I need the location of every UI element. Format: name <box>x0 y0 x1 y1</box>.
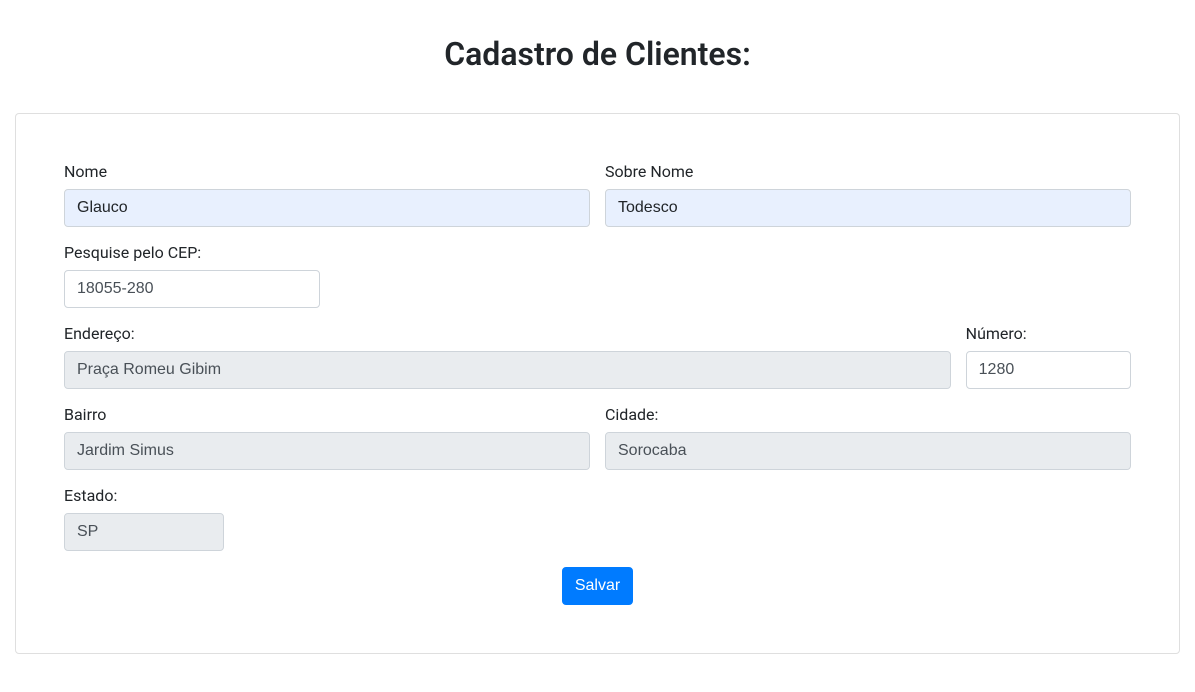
endereco-input[interactable] <box>64 351 951 389</box>
cidade-input[interactable] <box>605 432 1131 470</box>
bairro-input[interactable] <box>64 432 590 470</box>
endereco-label: Endereço: <box>64 324 135 343</box>
nome-label: Nome <box>64 162 107 181</box>
cliente-form: Nome Sobre Nome Pesquise pelo CEP: <box>64 162 1131 605</box>
cep-label: Pesquise pelo CEP: <box>64 243 201 262</box>
numero-input[interactable] <box>966 351 1131 389</box>
sobrenome-label: Sobre Nome <box>605 162 693 181</box>
cidade-label: Cidade: <box>605 405 658 424</box>
bairro-label: Bairro <box>64 405 106 424</box>
page-title: Cadastro de Clientes: <box>0 35 1195 73</box>
form-card: Nome Sobre Nome Pesquise pelo CEP: <box>15 113 1180 654</box>
sobrenome-input[interactable] <box>605 189 1131 227</box>
nome-input[interactable] <box>64 189 590 227</box>
numero-label: Número: <box>966 324 1027 343</box>
salvar-button[interactable]: Salvar <box>562 567 633 605</box>
estado-label: Estado: <box>64 486 117 505</box>
estado-input[interactable] <box>64 513 224 551</box>
cep-input[interactable] <box>64 270 320 308</box>
